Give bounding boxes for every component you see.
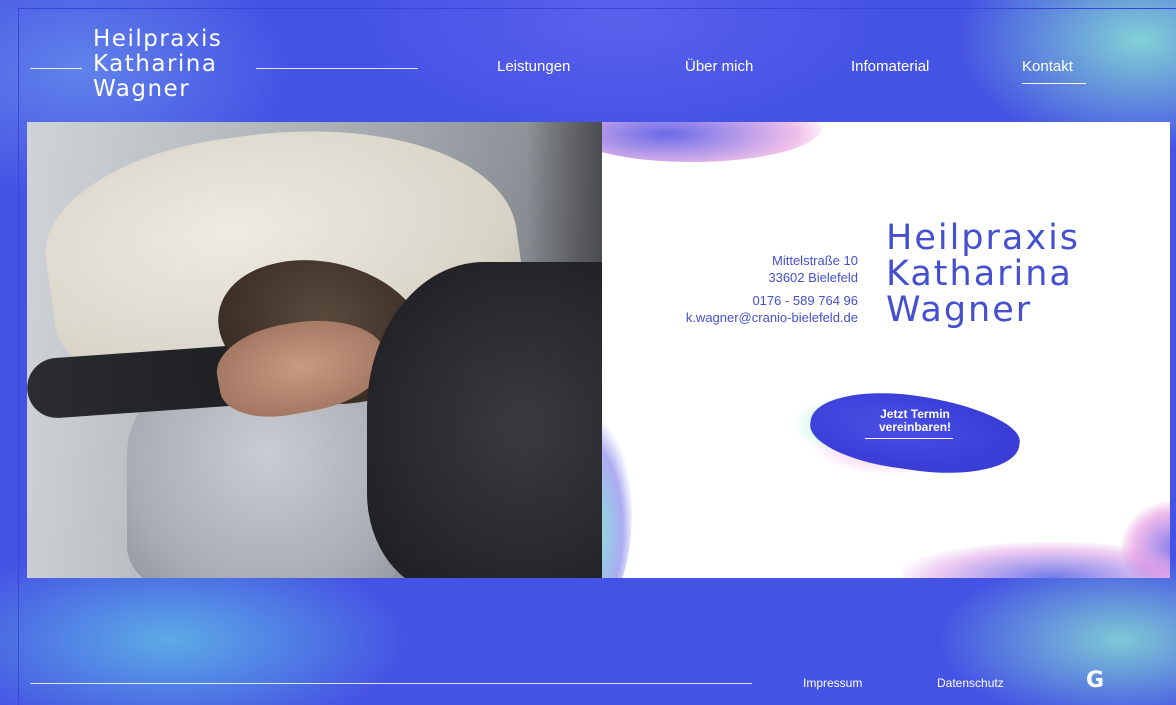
contact-details: Mittelstraße 10 33602 Bielefeld 0176 - 5… — [686, 252, 858, 326]
footer-divider — [30, 683, 752, 684]
nav-item-ueber-mich[interactable]: Über mich — [685, 58, 753, 75]
address-city: 33602 Bielefeld — [768, 270, 858, 285]
practice-name-line-2: Katharina — [886, 254, 1073, 294]
address-street: Mittelstraße 10 — [772, 253, 858, 268]
cta-underline — [865, 438, 953, 439]
contact-card: Mittelstraße 10 33602 Bielefeld 0176 - 5… — [602, 122, 1170, 578]
google-g-icon[interactable]: G — [1082, 668, 1108, 694]
nav-item-infomaterial[interactable]: Infomaterial — [851, 58, 929, 75]
phone-link[interactable]: 0176 - 589 764 96 — [686, 292, 858, 309]
logo-divider-left — [30, 68, 82, 69]
decor-blob — [602, 122, 822, 162]
email-link[interactable]: k.wagner@cranio-bielefeld.de — [686, 309, 858, 326]
frame-edge-top — [18, 8, 1176, 9]
nav-active-indicator — [1022, 83, 1086, 84]
appointment-cta: Jetzt Termin vereinbaren! — [792, 381, 1025, 485]
footer-link-datenschutz[interactable]: Datenschutz — [937, 676, 1004, 690]
hero-photo — [27, 122, 602, 578]
practice-name-line-3: Wagner — [886, 290, 1033, 330]
frame-edge-left — [18, 8, 19, 705]
practice-name-line-1: Heilpraxis — [886, 218, 1081, 258]
book-appointment-label[interactable]: Jetzt Termin vereinbaren! — [810, 408, 1020, 434]
nav-item-kontakt[interactable]: Kontakt — [1022, 58, 1073, 75]
logo-line-3: Wagner — [93, 76, 191, 102]
logo-line-2: Katharina — [93, 51, 218, 77]
nav-item-leistungen[interactable]: Leistungen — [497, 58, 570, 75]
decor-blob — [902, 542, 1170, 578]
logo-line-1: Heilpraxis — [93, 26, 223, 52]
practice-name: Heilpraxis Katharina Wagner — [886, 220, 1080, 328]
footer-link-impressum[interactable]: Impressum — [803, 676, 862, 690]
photo-therapist — [367, 262, 602, 578]
site-logo[interactable]: Heilpraxis Katharina Wagner — [93, 28, 222, 103]
logo-divider-right — [256, 68, 418, 69]
decor-blob — [602, 422, 632, 578]
